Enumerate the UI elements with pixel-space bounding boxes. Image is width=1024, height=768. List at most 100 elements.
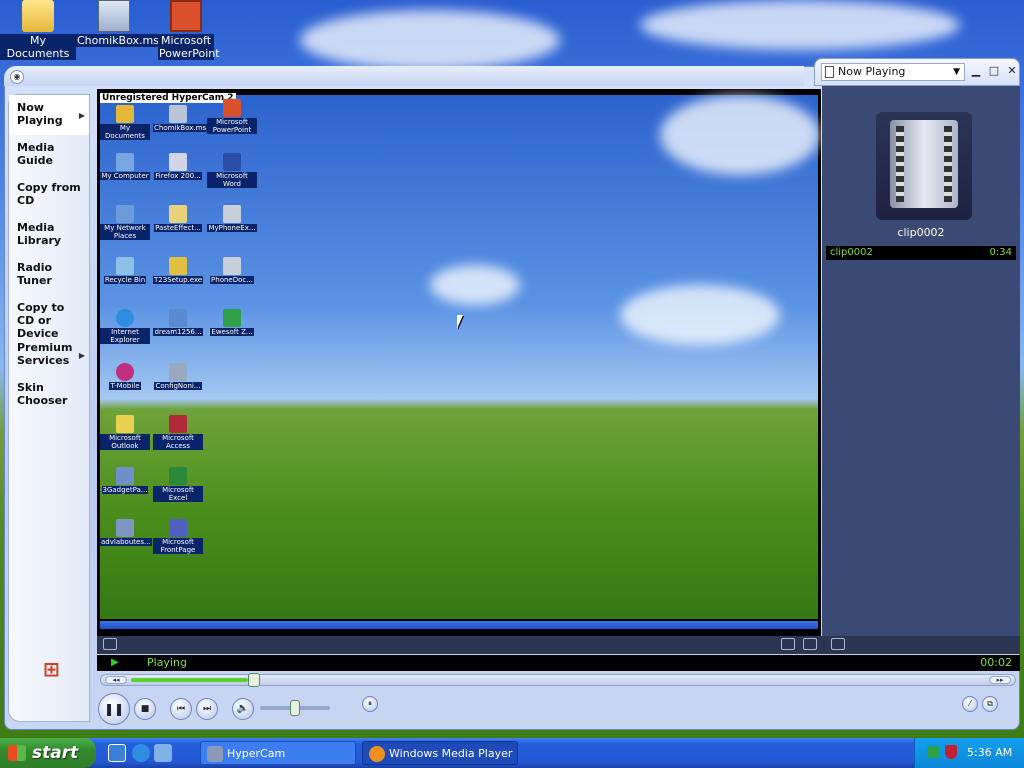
word-icon xyxy=(223,153,241,171)
network-tray-icon[interactable] xyxy=(927,746,939,758)
compact-mode-button[interactable] xyxy=(781,638,795,650)
video-taskbar xyxy=(100,621,818,629)
video-desktop-icon: Microsoft Outlook xyxy=(100,415,150,450)
quicklaunch-browser-icon[interactable] xyxy=(108,744,126,762)
mute-button[interactable]: 🔈 xyxy=(232,698,254,720)
playlist-dropdown[interactable]: Now Playing ▼ xyxy=(821,63,965,81)
taskpane-label: Premium Services xyxy=(17,341,73,367)
system-tray: 5:36 AM xyxy=(914,738,1024,768)
playlist-item-name: clip0002 xyxy=(830,247,873,258)
video-icon-label: MyPhoneEx... xyxy=(207,224,257,232)
video-icon-label: Microsoft Access xyxy=(153,434,203,450)
installer-icon xyxy=(223,309,241,327)
start-button[interactable]: start xyxy=(0,738,96,768)
video-desktop-icon: PhoneDoc... xyxy=(207,257,257,284)
video-icon-label: dream1256... xyxy=(153,328,203,336)
taskpane-label: Media Library xyxy=(17,221,62,247)
seek-thumb[interactable] xyxy=(248,673,260,687)
next-button[interactable]: ⏭ xyxy=(196,698,218,720)
installer-icon xyxy=(116,519,134,537)
taskpane-radio-tuner[interactable]: Radio Tuner xyxy=(9,255,89,295)
video-desktop-icon: Internet Explorer xyxy=(100,309,150,344)
installer-icon xyxy=(169,153,187,171)
desktop-icon-powerpoint[interactable]: Microsoft PowerPoint xyxy=(148,0,224,60)
installer-icon xyxy=(169,105,187,123)
outlook-icon xyxy=(116,415,134,433)
taskpane-media-library[interactable]: Media Library xyxy=(9,215,89,255)
taskpane-copy-from-cd[interactable]: Copy from CD xyxy=(9,175,89,215)
powerpoint-icon xyxy=(170,0,202,32)
video-desktop-icon: Microsoft FrontPage xyxy=(153,519,203,554)
video-icon-label: 3GadgetPa... xyxy=(101,486,149,494)
pause-button[interactable]: ❚❚ xyxy=(98,693,130,725)
installer-icon xyxy=(116,467,134,485)
rewind-cap-icon: ◂◂ xyxy=(105,676,127,684)
playlist-item[interactable]: clip0002 0:34 xyxy=(826,246,1016,260)
desktop-icon-chomikbox[interactable]: ChomikBox.msi xyxy=(76,0,163,47)
shuffle-button[interactable]: ⏸ xyxy=(362,696,378,712)
equalizer-button[interactable]: ⁄ xyxy=(962,696,978,712)
installer-icon xyxy=(169,309,187,327)
video-icon-label: Microsoft FrontPage xyxy=(153,538,203,554)
hypercam-icon xyxy=(207,746,223,762)
maximize-button[interactable]: □ xyxy=(987,64,1001,78)
taskbar-windows-media-player[interactable]: Windows Media Player xyxy=(362,741,518,765)
playlist-header: Now Playing ▼ ▁ □ ✕ xyxy=(814,58,1020,86)
desktop-icon-label: Microsoft PowerPoint xyxy=(158,34,220,60)
film-reel-icon xyxy=(876,112,972,220)
quicklaunch-app-icon[interactable] xyxy=(154,744,172,762)
taskpane-media-guide[interactable]: Media Guide xyxy=(9,135,89,175)
installer-icon xyxy=(169,363,187,381)
sky-cloud xyxy=(300,10,560,70)
full-screen-button[interactable] xyxy=(803,638,817,650)
desktop-icon-label: My Documents xyxy=(0,34,76,60)
volume-slider[interactable] xyxy=(260,700,330,716)
playlist-item-duration: 0:34 xyxy=(989,247,1012,258)
taskbar-hypercam[interactable]: HyperCam xyxy=(200,741,356,765)
sky-cloud xyxy=(640,0,960,50)
video-icon-label: My Computer xyxy=(100,172,150,180)
video-display[interactable]: Unregistered HyperCam 2 My Documents Cho… xyxy=(97,89,821,637)
taskpane-skin-chooser[interactable]: Skin Chooser xyxy=(9,375,89,415)
excel-icon xyxy=(169,467,187,485)
installer-icon xyxy=(223,205,241,223)
folder-icon xyxy=(22,0,54,32)
video-desktop-icon: My Network Places xyxy=(100,205,150,240)
video-icon-label: Microsoft PowerPoint xyxy=(207,118,257,134)
toggle-taskpane-button[interactable] xyxy=(103,638,117,650)
volume-thumb[interactable] xyxy=(290,700,300,716)
toggle-playlist-button[interactable] xyxy=(831,638,845,650)
video-icon-label: Microsoft Outlook xyxy=(100,434,150,450)
video-icon-label: My Documents xyxy=(100,124,150,140)
windows-flag-icon xyxy=(8,745,26,761)
video-icon-label: PhoneDoc... xyxy=(210,276,254,284)
sky-cloud xyxy=(660,95,820,175)
desktop-icon-my-documents[interactable]: My Documents xyxy=(0,0,76,60)
video-icon-label: Microsoft Excel xyxy=(153,486,203,502)
current-clip-title: clip0002 xyxy=(897,226,945,239)
computer-icon xyxy=(116,153,134,171)
previous-button[interactable]: ⏮ xyxy=(170,698,192,720)
taskbar: start HyperCam Windows Media Player 5:36… xyxy=(0,738,1024,768)
seek-bar[interactable]: ◂◂ ▸▸ xyxy=(100,673,1016,687)
menu-toggle-icon[interactable]: ◉ xyxy=(10,70,24,84)
stop-button[interactable]: ■ xyxy=(134,698,156,720)
tmobile-icon xyxy=(116,363,134,381)
video-desktop-icon: My Documents xyxy=(100,105,150,140)
minimize-button[interactable]: ▁ xyxy=(969,64,983,78)
media-player-window: ◉ Now Playing ▶ Media Guide Copy from CD… xyxy=(4,58,1020,730)
internet-explorer-icon[interactable] xyxy=(132,744,150,762)
video-desktop-icon: Firefox 200... xyxy=(153,153,203,180)
video-desktop-icon: Microsoft Access xyxy=(153,415,203,450)
taskpane-premium-services[interactable]: Premium Services ▶ xyxy=(9,335,89,375)
close-button[interactable]: ✕ xyxy=(1005,64,1019,78)
elapsed-time: 00:02 xyxy=(980,656,1012,669)
playlist-dropdown-value: Now Playing xyxy=(838,65,906,78)
taskpane-now-playing[interactable]: Now Playing ▶ xyxy=(9,95,89,135)
forward-cap-icon: ▸▸ xyxy=(989,676,1011,684)
taskpane-copy-to-cd[interactable]: Copy to CD or Device xyxy=(9,295,89,340)
video-icon-label: ConfigNoni... xyxy=(154,382,202,390)
shield-icon[interactable] xyxy=(945,745,957,759)
network-icon xyxy=(116,205,134,223)
skin-mode-button[interactable]: ⧉ xyxy=(982,696,998,712)
